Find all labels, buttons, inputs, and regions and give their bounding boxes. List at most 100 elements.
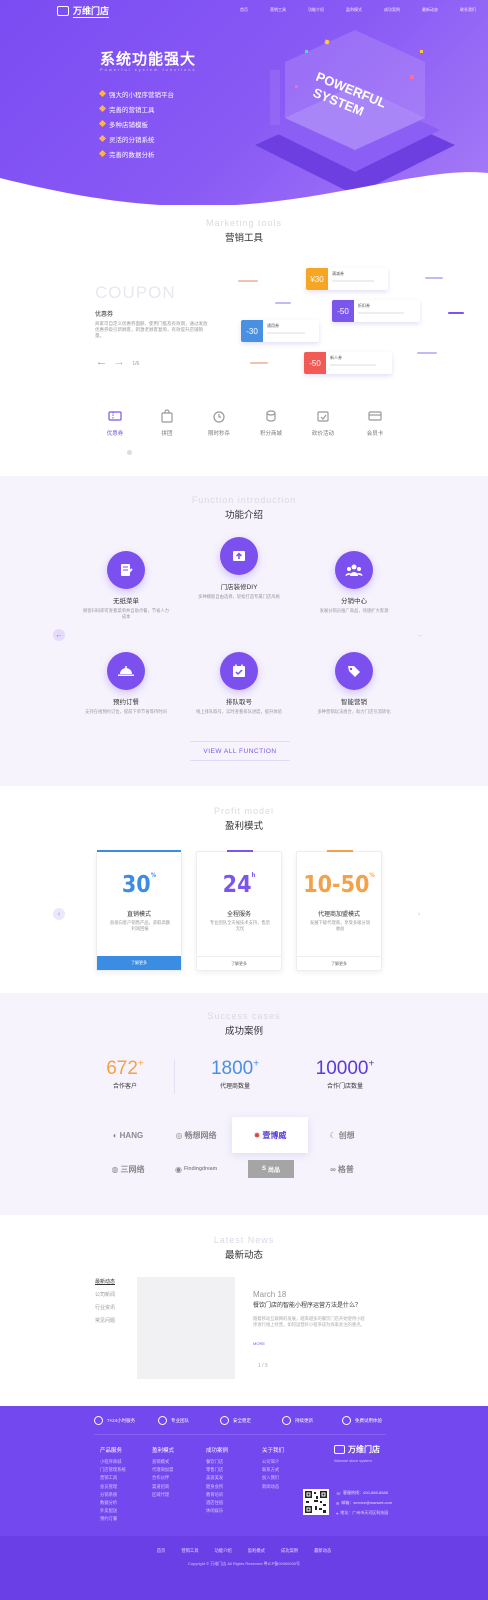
brand-logo[interactable]: ✸ 壹博威: [232, 1117, 308, 1153]
footer-bottom-link[interactable]: 最新动态: [314, 1548, 331, 1554]
brand-logo[interactable]: ∞ 格普: [312, 1158, 372, 1180]
profit-section-en-title: Profit model: [213, 806, 275, 816]
profit-card-direct[interactable]: 30% 直销模式 直接向客户销售产品，获取高额利润回报 了解更多: [96, 850, 182, 971]
footer-link[interactable]: 餐饮门店: [206, 1459, 228, 1467]
footer-link[interactable]: 健身会所: [206, 1484, 228, 1492]
brand-logo[interactable]: ☾ 创想: [312, 1124, 372, 1146]
news-tab-industry[interactable]: 行业资讯: [95, 1304, 115, 1317]
footer-link[interactable]: 休闲娱乐: [206, 1508, 228, 1516]
footer-link[interactable]: 区域代理: [152, 1492, 174, 1500]
nav-item-news[interactable]: 最新动态: [422, 7, 438, 13]
nav-item-marketing[interactable]: 营销工具: [270, 7, 286, 13]
footer-link[interactable]: 会员管理: [100, 1484, 126, 1492]
brand-logo[interactable]: ◐ HANG: [98, 1124, 158, 1146]
footer-link[interactable]: 美容美发: [206, 1475, 228, 1483]
footer-contact: ✉ 邮箱：service@wanwei.com: [336, 1500, 393, 1506]
nav-item-profit[interactable]: 盈利模式: [346, 7, 362, 13]
footer-link[interactable]: 预约订餐: [100, 1516, 126, 1524]
news-summary: 随着移动互联网的发展，越来越多的餐饮门店开始使用小程序进行线上经营，如何运营好小…: [253, 1316, 365, 1327]
function-item-booking[interactable]: 预约订餐 支持在线预约订位，提前下单节省等待时间: [61, 652, 191, 715]
tab-member-card[interactable]: 会员卡: [350, 408, 400, 437]
nav-item-contact[interactable]: 联系我们: [460, 7, 476, 13]
footer-link[interactable]: 营销工具: [100, 1475, 126, 1483]
circle-icon: [282, 1416, 291, 1425]
learn-more-button[interactable]: 了解更多: [297, 956, 381, 970]
footer-feature: 持续更新: [282, 1416, 313, 1425]
circle-icon: [342, 1416, 351, 1425]
tab-points-mall[interactable]: 积分商城: [246, 408, 296, 437]
logo-text: 万维门店: [73, 6, 110, 18]
profit-prev-button[interactable]: ‹: [53, 908, 65, 920]
profit-next-button[interactable]: ›: [413, 908, 425, 920]
diamond-icon: [98, 149, 107, 158]
next-arrow-icon[interactable]: ⟶: [115, 361, 122, 367]
logo-icon: [57, 6, 69, 16]
function-item-store-diy[interactable]: 门店装修DIY 多种模板自由选择，轻松打造专属门店风格: [174, 537, 304, 600]
divider: [94, 1434, 386, 1435]
news-tab-company[interactable]: 公司新闻: [95, 1291, 115, 1304]
coupon-page-indicator: 1/6: [132, 361, 140, 367]
function-prev-button[interactable]: ←: [53, 629, 65, 641]
chevron-left-icon: ‹: [57, 910, 61, 918]
function-section-title: 功能介绍: [224, 510, 263, 521]
footer-contact: ⌖ 地址：广州市天河区科技园: [336, 1510, 389, 1516]
footer-link[interactable]: 渠道招商: [152, 1484, 174, 1492]
function-item-menu[interactable]: 无纸菜单 顾客扫码即可查看菜单并自助点餐，节省人力成本: [61, 551, 191, 619]
brand-logo[interactable]: ◎ 畅想网络: [166, 1124, 226, 1146]
news-tab-faq[interactable]: 常见问题: [95, 1317, 115, 1330]
nav-item-cases[interactable]: 成功案例: [384, 7, 400, 13]
footer-bottom-link[interactable]: 盈利模式: [248, 1548, 265, 1554]
footer-link[interactable]: 公司简介: [262, 1459, 284, 1467]
footer-link[interactable]: 合作伙伴: [152, 1475, 174, 1483]
footer-bottom-link[interactable]: 成功案例: [281, 1548, 298, 1554]
nav-item-home[interactable]: 首页: [240, 7, 248, 13]
footer-link[interactable]: 新闻动态: [262, 1484, 284, 1492]
nav-item-functions[interactable]: 功能介绍: [308, 7, 324, 13]
tab-flash-sale[interactable]: 限时秒杀: [194, 408, 244, 437]
news-pager[interactable]: 1 / 5: [258, 1363, 268, 1369]
function-item-smart-marketing[interactable]: 智能营销 多种营销玩法组合，助力门店引流转化: [289, 652, 419, 715]
cloche-icon: [107, 652, 145, 690]
news-image-placeholder[interactable]: [137, 1277, 235, 1379]
function-item-distribution[interactable]: 分销中心 发展分销员推广商品，快速扩大客源: [289, 551, 419, 614]
footer-link[interactable]: 分销系统: [100, 1492, 126, 1500]
brand-mark-icon: ∞: [330, 1164, 336, 1174]
learn-more-button[interactable]: 了解更多: [97, 956, 181, 970]
footer-column-products: 产品服务 小程序商城 门店管理系统 营销工具 会员管理 分销系统 数据分析 外卖…: [100, 1446, 126, 1525]
view-all-function-button[interactable]: VIEW ALL FUNCTION: [190, 741, 290, 761]
footer-contacts: ☏ 客服热线：400-888-8888 ✉ 邮箱：service@wanwei.co…: [336, 1488, 392, 1518]
news-section-en-title: Latest News: [213, 1235, 275, 1245]
footer-link[interactable]: 直销模式: [152, 1459, 174, 1467]
footer-link[interactable]: 小程序商城: [100, 1459, 126, 1467]
footer-bottom-link[interactable]: 首页: [157, 1548, 166, 1554]
hero-feature: 完善的营销工具: [98, 101, 174, 116]
tab-bargain[interactable]: 砍价活动: [298, 408, 348, 437]
footer-column-cases: 成功案例 餐饮门店 零售门店 美容美发 健身会所 教育培训 酒店住宿 休闲娱乐: [206, 1446, 228, 1516]
prev-arrow-icon[interactable]: ⟵: [98, 361, 105, 367]
footer-bottom-link[interactable]: 功能介绍: [215, 1548, 232, 1554]
tab-coupon[interactable]: 优惠券: [90, 408, 140, 437]
news-more-link[interactable]: MORE: [253, 1341, 265, 1346]
function-item-queue[interactable]: 排队取号 线上排队取号，实时查看排队进度，提升体验: [174, 652, 304, 715]
brand-logo[interactable]: ◍ 三网络: [98, 1158, 158, 1180]
footer-contact: ☏ 客服热线：400-888-8888: [336, 1490, 388, 1496]
brand-logo[interactable]: ◉ Findingdream: [166, 1158, 226, 1180]
footer-link[interactable]: 加入我们: [262, 1475, 284, 1483]
footer-link[interactable]: 酒店住宿: [206, 1500, 228, 1508]
logo[interactable]: 万维门店: [57, 4, 110, 18]
decor-line: [250, 362, 268, 364]
profit-card-service[interactable]: 24h 全程服务 专业团队全天候技术支持，售后无忧 了解更多: [196, 850, 282, 971]
coupon-ticket: ¥30 满减券: [306, 268, 388, 290]
tab-group-buy[interactable]: 拼团: [142, 408, 192, 437]
learn-more-button[interactable]: 了解更多: [197, 956, 281, 970]
news-tab-latest[interactable]: 最新动态: [95, 1278, 115, 1291]
footer-bottom-link[interactable]: 营销工具: [181, 1548, 198, 1554]
carousel-dot[interactable]: [127, 450, 132, 455]
brand-logo[interactable]: S 尚品: [248, 1160, 294, 1178]
profit-card-agent[interactable]: 10-50% 代理商加盟模式 发展下级代理商，享受多级分润收益 了解更多: [296, 850, 382, 971]
function-next-button[interactable]: →: [413, 629, 425, 641]
news-title[interactable]: 餐饮门店的智能小程序运营方法是什么？: [253, 1300, 383, 1309]
footer-link[interactable]: 教育培训: [206, 1492, 228, 1500]
footer-link[interactable]: 数据分析: [100, 1500, 126, 1508]
profit-section-title: 盈利模式: [224, 821, 263, 832]
